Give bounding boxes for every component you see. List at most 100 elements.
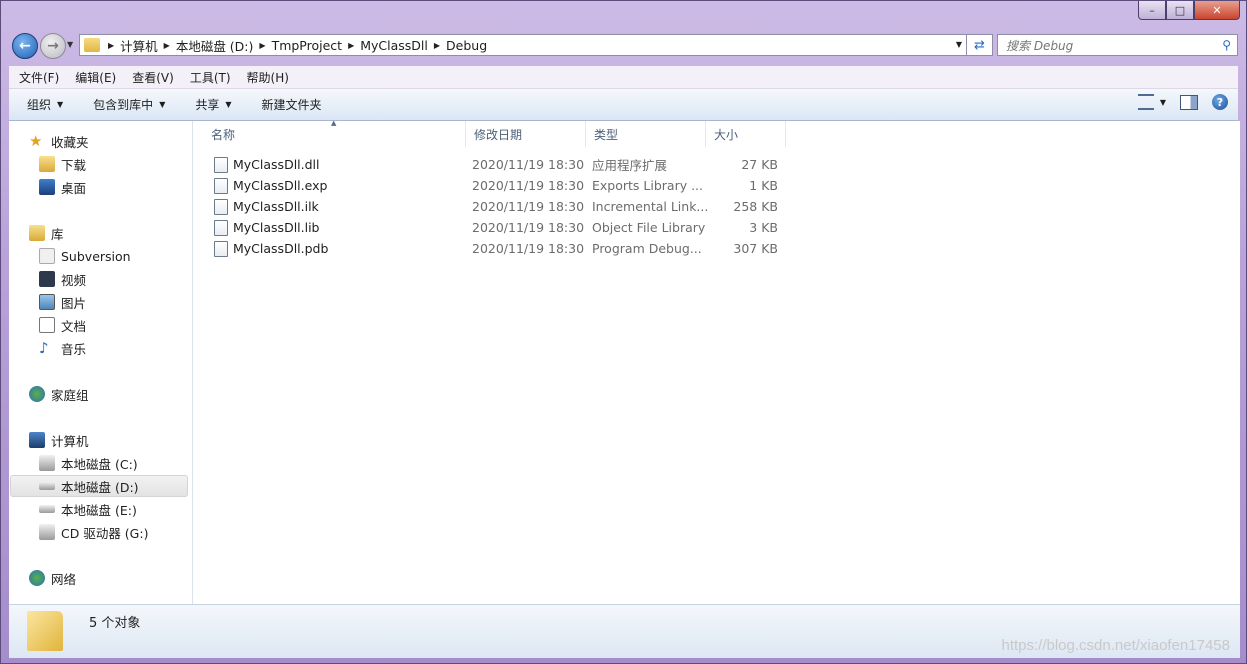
file-name-cell[interactable]: MyClassDll.pdb (214, 238, 328, 259)
caption-buttons: – □ ✕ (1138, 1, 1240, 20)
column-header-label: 类型 (594, 127, 619, 142)
chevron-down-icon: ▼ (57, 100, 64, 109)
recent-pages-dropdown[interactable]: ▼ (67, 40, 73, 49)
file-date: 2020/11/19 18:30 (472, 220, 585, 235)
lib-file-icon (214, 219, 228, 236)
sidebar-item-documents[interactable]: 文档 (39, 314, 86, 336)
sidebar-network[interactable]: 网络 (29, 567, 76, 589)
file-name-cell[interactable]: MyClassDll.exp (214, 175, 327, 196)
close-button[interactable]: ✕ (1194, 1, 1240, 20)
sidebar-item-pictures[interactable]: 图片 (39, 291, 86, 313)
file-type: Exports Library ... (592, 178, 704, 193)
maximize-button[interactable]: □ (1166, 1, 1194, 20)
breadcrumb-separator-icon[interactable]: ▶ (434, 41, 440, 50)
column-header-date[interactable]: 修改日期 (466, 121, 586, 147)
cd-drive-icon (39, 524, 55, 540)
sidebar-item-desktop[interactable]: 桌面 (39, 176, 86, 198)
menu-file[interactable]: 文件(F) (19, 69, 59, 86)
star-icon: ★ (29, 132, 43, 150)
file-size: 1 KB (749, 178, 778, 193)
breadcrumb-separator-icon[interactable]: ▶ (108, 41, 114, 50)
change-view-icon[interactable] (1137, 94, 1154, 110)
watermark: https://blog.csdn.net/xiaofen17458 (1001, 637, 1230, 654)
breadcrumb-myclassdll[interactable]: MyClassDll (360, 38, 428, 53)
sidebar-item-subversion[interactable]: Subversion (39, 245, 131, 267)
desktop-icon (39, 179, 55, 195)
forward-button[interactable]: → (40, 33, 66, 59)
dll-file-icon (214, 156, 228, 173)
search-input[interactable] (1004, 36, 1208, 56)
sidebar-item-label: 家庭组 (51, 387, 89, 403)
new-folder-button[interactable]: 新建文件夹 (262, 96, 322, 113)
breadcrumb-separator-icon[interactable]: ▶ (348, 41, 354, 50)
column-header-name[interactable]: 名称 (203, 121, 466, 147)
sidebar-item-drive-d[interactable]: 本地磁盘 (D:) (10, 475, 188, 497)
address-bar[interactable]: ▶ 计算机 ▶ 本地磁盘 (D:) ▶ TmpProject ▶ MyClass… (79, 34, 967, 56)
sidebar-item-label: 图片 (61, 295, 87, 311)
address-dropdown-icon[interactable]: ▼ (956, 40, 962, 49)
file-date: 2020/11/19 18:30 (472, 199, 585, 214)
column-header-size[interactable]: 大小 (706, 121, 786, 147)
menu-bar: 文件(F) 编辑(E) 查看(V) 工具(T) 帮助(H) (9, 66, 1238, 89)
downloads-folder-icon (39, 156, 55, 172)
sidebar-item-label: 音乐 (61, 341, 87, 357)
file-name: MyClassDll.lib (233, 220, 320, 235)
refresh-button[interactable]: ⇄ (967, 34, 993, 56)
menu-tools[interactable]: 工具(T) (190, 69, 231, 86)
preview-pane-icon[interactable] (1180, 94, 1198, 110)
sidebar-item-label: 本地磁盘 (C:) (61, 456, 138, 472)
sidebar-item-label: 视频 (61, 272, 87, 288)
file-name: MyClassDll.pdb (233, 241, 329, 256)
file-name: MyClassDll.dll (233, 157, 320, 172)
file-size: 258 KB (733, 199, 778, 214)
breadcrumb-drive-d[interactable]: 本地磁盘 (D:) (176, 36, 254, 55)
sidebar-libraries[interactable]: 库 (29, 222, 64, 244)
ilk-file-icon (214, 198, 228, 215)
back-button[interactable]: ← (12, 33, 38, 59)
column-header-label: 名称 (211, 127, 236, 142)
breadcrumb-tmpproject[interactable]: TmpProject (272, 38, 343, 53)
organize-button[interactable]: 组织 ▼ (27, 96, 63, 113)
include-in-library-button[interactable]: 包含到库中 ▼ (93, 96, 165, 113)
file-list: ▲ 名称 修改日期 类型 大小 MyClassDll.dll 2020/11/1… (193, 119, 1240, 604)
menu-help[interactable]: 帮助(H) (247, 69, 289, 86)
file-name-cell[interactable]: MyClassDll.ilk (214, 196, 319, 217)
search-box[interactable]: ⚲ (997, 34, 1238, 56)
file-type: 应用程序扩展 (592, 158, 668, 173)
sidebar-item-label: Subversion (61, 248, 131, 264)
chevron-down-icon: ▼ (225, 100, 232, 109)
documents-icon (39, 317, 55, 333)
menu-view[interactable]: 查看(V) (132, 69, 174, 86)
folder-icon (27, 611, 63, 651)
sidebar-item-downloads[interactable]: 下载 (39, 153, 86, 175)
library-icon (29, 225, 45, 241)
sidebar-favorites[interactable]: ★ 收藏夹 (29, 130, 89, 152)
sidebar-homegroup[interactable]: 家庭组 (29, 383, 89, 405)
include-library-label: 包含到库中 (93, 98, 154, 112)
sidebar-computer[interactable]: 计算机 (29, 429, 89, 451)
view-options-dropdown-icon[interactable]: ▼ (1160, 98, 1166, 107)
sidebar-item-label: CD 驱动器 (G:) (61, 525, 149, 541)
help-icon[interactable]: ? (1212, 94, 1228, 110)
breadcrumb-separator-icon[interactable]: ▶ (259, 41, 265, 50)
menu-edit[interactable]: 编辑(E) (75, 69, 116, 86)
sidebar-item-drive-c[interactable]: 本地磁盘 (C:) (39, 452, 138, 474)
share-button[interactable]: 共享 ▼ (195, 96, 231, 113)
file-name-cell[interactable]: MyClassDll.lib (214, 217, 320, 238)
breadcrumb-debug[interactable]: Debug (446, 38, 487, 53)
view-controls: ▼ ? (1137, 94, 1228, 110)
system-drive-icon (39, 455, 55, 471)
file-name-cell[interactable]: MyClassDll.dll (214, 154, 320, 175)
breadcrumb-computer[interactable]: 计算机 (120, 36, 158, 55)
sidebar-item-cd-drive[interactable]: CD 驱动器 (G:) (39, 521, 148, 543)
sidebar-item-videos[interactable]: 视频 (39, 268, 86, 290)
column-header-type[interactable]: 类型 (586, 121, 706, 147)
search-icon[interactable]: ⚲ (1222, 38, 1231, 52)
sidebar-item-drive-e[interactable]: 本地磁盘 (E:) (39, 498, 137, 520)
refresh-icon: ⇄ (974, 37, 985, 53)
breadcrumb-separator-icon[interactable]: ▶ (164, 41, 170, 50)
subversion-library-icon (39, 248, 55, 264)
sidebar-item-label: 下载 (61, 157, 87, 173)
sidebar-item-music[interactable]: ♪ 音乐 (39, 337, 86, 359)
minimize-button[interactable]: – (1138, 1, 1166, 20)
